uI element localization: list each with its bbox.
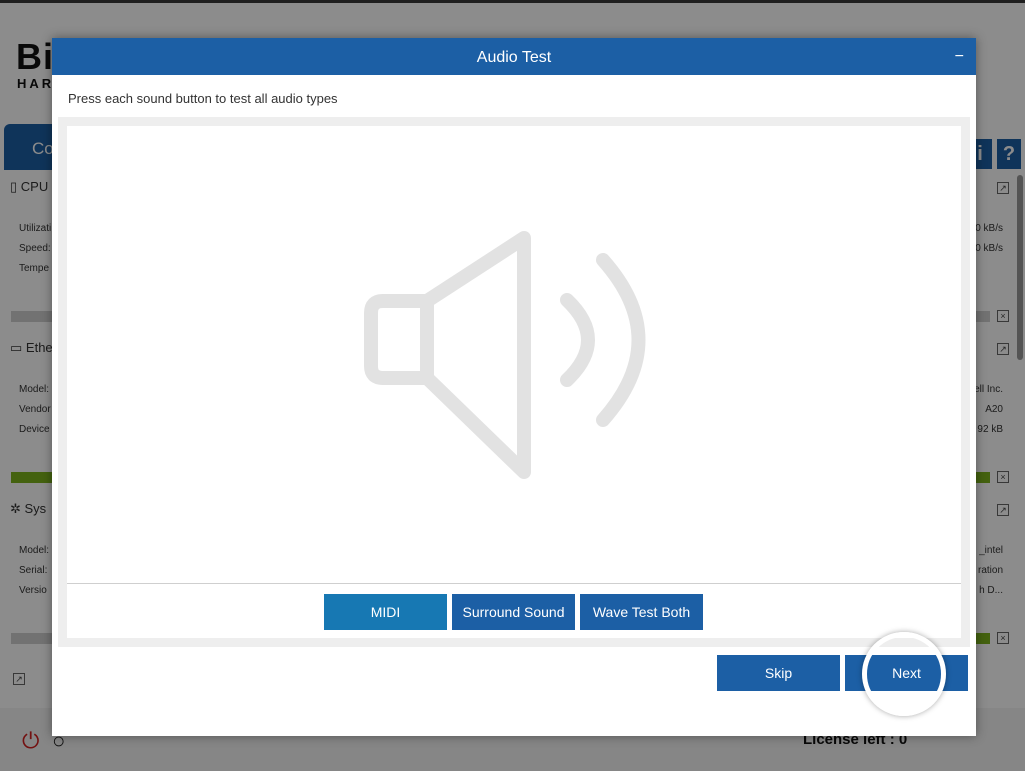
- test-stage-frame: MIDI Surround Sound Wave Test Both: [58, 117, 970, 647]
- speaker-icon: [364, 231, 646, 479]
- instructions-text: Press each sound button to test all audi…: [68, 91, 338, 106]
- stage-divider: [67, 583, 961, 584]
- midi-button[interactable]: MIDI: [324, 594, 447, 630]
- surround-sound-button[interactable]: Surround Sound: [452, 594, 575, 630]
- dialog-header: Audio Test −: [52, 38, 976, 75]
- minimize-button[interactable]: −: [955, 38, 964, 75]
- skip-button[interactable]: Skip: [717, 655, 840, 691]
- dialog-title: Audio Test: [476, 49, 552, 66]
- wave-test-both-button[interactable]: Wave Test Both: [580, 594, 703, 630]
- test-stage: MIDI Surround Sound Wave Test Both: [67, 126, 961, 638]
- next-button[interactable]: Next: [845, 655, 968, 691]
- audio-test-dialog: Audio Test − Press each sound button to …: [52, 38, 976, 736]
